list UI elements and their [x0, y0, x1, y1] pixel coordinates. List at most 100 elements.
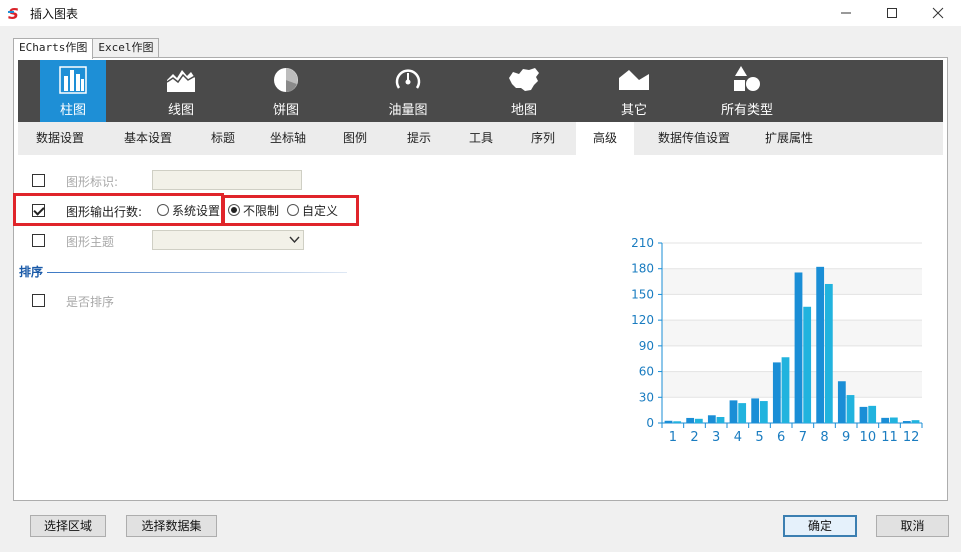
- bar: [673, 421, 682, 423]
- y-tick-label: 150: [631, 287, 654, 301]
- y-tick-label: 90: [639, 339, 654, 353]
- x-tick-label: 11: [881, 430, 898, 445]
- radio-system-settings[interactable]: [157, 204, 169, 216]
- bar: [881, 417, 890, 423]
- x-tick-label: 7: [799, 430, 807, 445]
- x-tick-label: 5: [755, 430, 763, 445]
- sort-section-title: 排序: [19, 265, 44, 279]
- chart-type-pie[interactable]: 饼图: [256, 60, 316, 122]
- bar: [803, 306, 812, 423]
- chart-type-line[interactable]: 线图: [146, 60, 216, 122]
- graph-theme-select[interactable]: [152, 230, 304, 250]
- bar: [837, 381, 846, 423]
- chart-type-label: 油量图: [388, 103, 428, 118]
- grid-band: [662, 371, 922, 398]
- chart-type-other[interactable]: 其它: [604, 60, 664, 122]
- tab-tools[interactable]: 工具: [456, 122, 506, 155]
- grid-band: [662, 268, 922, 295]
- main-panel: 柱图 线图 饼图 油量图 地图 其它 所有类型 数据设置 基本设置 标题 坐标轴…: [13, 57, 948, 501]
- tab-extended-props[interactable]: 扩展属性: [752, 122, 826, 155]
- chart-type-label: 柱图: [59, 103, 86, 118]
- tab-series[interactable]: 序列: [518, 122, 568, 155]
- tab-excel[interactable]: Excel作图: [92, 38, 160, 58]
- outer-tabs: ECharts作图 Excel作图: [13, 38, 160, 59]
- graph-id-checkbox[interactable]: [32, 174, 45, 187]
- tab-data-settings[interactable]: 数据设置: [20, 122, 100, 155]
- maximize-button[interactable]: [869, 0, 915, 26]
- select-area-button[interactable]: 选择区域: [30, 515, 106, 537]
- chart-type-label: 其它: [620, 103, 647, 118]
- other-chart-icon: [617, 65, 651, 95]
- close-button[interactable]: [915, 0, 961, 26]
- sort-checkbox[interactable]: [32, 294, 45, 307]
- x-tick-label: 8: [820, 430, 828, 445]
- all-types-icon: [730, 65, 764, 95]
- y-tick-label: 120: [631, 313, 654, 327]
- bar: [738, 403, 747, 423]
- bar-chart-preview: 03060901201501802101 2 3 4 5 6 7 8 9 10 11 12: [631, 236, 923, 445]
- tab-title[interactable]: 标题: [198, 122, 248, 155]
- bar: [664, 420, 673, 423]
- bar: [751, 398, 760, 423]
- bar: [759, 401, 768, 423]
- radio-unlimited-label: 不限制: [243, 204, 280, 218]
- svg-text:S: S: [8, 5, 19, 22]
- output-rows-label: 图形输出行数:: [66, 205, 143, 219]
- x-tick-label: 2: [690, 430, 698, 445]
- radio-custom[interactable]: [287, 204, 299, 216]
- chart-type-bar[interactable]: 柱图: [40, 60, 106, 122]
- tab-basic-settings[interactable]: 基本设置: [108, 122, 188, 155]
- chart-type-label: 饼图: [272, 103, 299, 118]
- chart-type-label: 地图: [510, 103, 537, 118]
- radio-custom-label: 自定义: [302, 204, 339, 218]
- bar-chart-icon: [56, 65, 90, 95]
- chevron-down-icon: [289, 236, 300, 244]
- tab-advanced[interactable]: 高级: [576, 122, 634, 155]
- ok-button[interactable]: 确定: [783, 515, 857, 537]
- bar: [911, 420, 920, 423]
- bar: [902, 421, 911, 423]
- bar: [707, 415, 716, 423]
- chart-type-all[interactable]: 所有类型: [702, 60, 792, 122]
- x-tick-label: 12: [903, 430, 920, 445]
- section-divider: [47, 272, 347, 273]
- x-tick-label: 6: [777, 430, 785, 445]
- window-title: 插入图表: [30, 7, 79, 21]
- select-dataset-button[interactable]: 选择数据集: [126, 515, 217, 537]
- cancel-button[interactable]: 取消: [876, 515, 949, 537]
- app-logo-icon: S: [8, 5, 19, 22]
- bar: [846, 395, 855, 423]
- settings-tabs: 数据设置 基本设置 标题 坐标轴 图例 提示 工具 序列 高级 数据传值设置 扩…: [18, 122, 943, 155]
- bar: [859, 406, 868, 423]
- x-tick-label: 3: [712, 430, 720, 445]
- map-icon: [507, 65, 541, 95]
- output-rows-checkbox[interactable]: [32, 204, 45, 217]
- grid-band: [662, 320, 922, 346]
- chart-type-map[interactable]: 地图: [494, 60, 554, 122]
- bar: [824, 283, 833, 423]
- tab-legend[interactable]: 图例: [327, 122, 383, 155]
- x-tick-label: 9: [842, 430, 850, 445]
- bar: [772, 362, 781, 423]
- chart-type-gauge[interactable]: 油量图: [378, 60, 438, 122]
- x-tick-label: 10: [860, 430, 877, 445]
- graph-id-input[interactable]: [152, 170, 302, 190]
- tab-echarts[interactable]: ECharts作图: [13, 38, 94, 59]
- radio-unlimited[interactable]: [228, 204, 240, 216]
- tab-data-transfer[interactable]: 数据传值设置: [646, 122, 742, 155]
- chart-type-toolbar: 柱图 线图 饼图 油量图 地图 其它 所有类型: [18, 60, 943, 122]
- y-tick-label: 210: [631, 236, 654, 250]
- bar: [694, 418, 703, 423]
- bar: [816, 266, 825, 423]
- y-tick-label: 0: [646, 416, 654, 430]
- tab-axis[interactable]: 坐标轴: [258, 122, 318, 155]
- line-chart-icon: [164, 65, 198, 95]
- tab-tooltip[interactable]: 提示: [394, 122, 444, 155]
- minimize-button[interactable]: [823, 0, 869, 26]
- bar: [794, 272, 803, 423]
- x-tick-label: 4: [734, 430, 742, 445]
- bar: [868, 405, 877, 423]
- y-tick-label: 60: [639, 365, 654, 379]
- radio-system-label: 系统设置: [172, 204, 221, 218]
- graph-theme-checkbox[interactable]: [32, 234, 45, 247]
